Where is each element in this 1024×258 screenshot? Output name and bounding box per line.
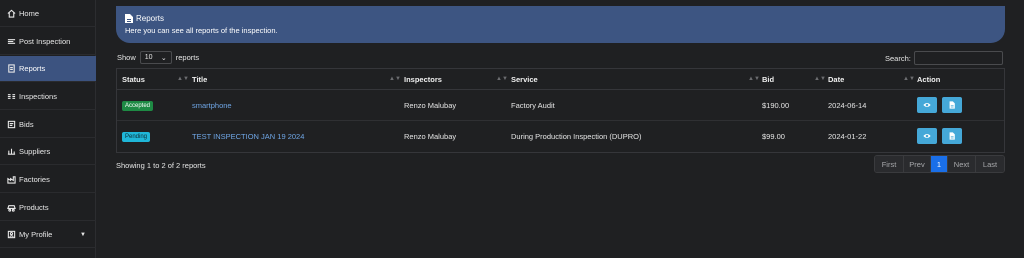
eye-icon — [923, 103, 931, 107]
show-label: Show — [117, 53, 136, 62]
service-name: During Production Inspection (DUPRO) — [511, 132, 642, 141]
bids-icon — [7, 120, 16, 129]
table-info: Showing 1 to 2 of 2 reports — [116, 161, 206, 170]
page-first-button[interactable]: First — [875, 156, 904, 172]
header-title[interactable]: Title — [192, 75, 207, 84]
sidebar-item-label: My Profile — [19, 230, 53, 239]
sidebar-item-label: Bids — [19, 120, 34, 129]
suppliers-icon — [7, 148, 16, 155]
page-header: Reports Here you can see all reports of … — [116, 6, 1005, 43]
sidebar-item-label: Inspections — [19, 92, 57, 101]
page-1-button[interactable]: 1 — [931, 156, 948, 172]
status-badge: Accepted — [122, 100, 154, 111]
sidebar-item-post-inspection[interactable]: Post Inspection — [0, 29, 96, 55]
header-service[interactable]: Service — [511, 75, 538, 84]
sidebar-item-label: Products — [19, 203, 49, 212]
header-inspectors[interactable]: Inspectors — [404, 75, 442, 84]
header-status[interactable]: Status — [122, 75, 145, 84]
products-icon — [7, 205, 16, 212]
pagination: First Prev 1 Next Last — [874, 155, 1005, 173]
factory-icon — [7, 176, 16, 184]
sort-icon[interactable]: ▲▼ — [496, 76, 508, 82]
page-title: Reports — [125, 12, 1005, 24]
header-action: Action — [917, 74, 941, 84]
sidebar: Home Post Inspection Reports Inspections… — [0, 0, 96, 258]
document-button[interactable] — [942, 128, 962, 144]
sidebar-item-label: Suppliers — [19, 147, 51, 156]
report-date: 2024-01-22 — [828, 132, 867, 141]
sort-icon[interactable]: ▲▼ — [177, 76, 189, 82]
page-last-button[interactable]: Last — [976, 156, 1004, 172]
sidebar-item-label: Reports — [19, 64, 46, 73]
post-icon — [7, 39, 16, 44]
header-bid[interactable]: Bid — [762, 75, 774, 84]
report-icon — [125, 13, 133, 23]
page-length-select[interactable]: 10 ⌄ — [139, 51, 172, 64]
sidebar-item-factories[interactable]: Factories — [0, 167, 96, 193]
view-button[interactable] — [917, 128, 937, 144]
sort-icon[interactable]: ▲▼ — [903, 76, 915, 82]
document-button[interactable] — [942, 97, 962, 113]
sidebar-item-label: Post Inspection — [19, 37, 71, 46]
status-badge: Pending — [122, 131, 151, 142]
search-input[interactable] — [913, 51, 1003, 65]
report-date: 2024-06-14 — [828, 100, 867, 110]
search-control: Search: — [885, 51, 1003, 65]
page-length-control: Show 10 ⌄ reports — [117, 51, 199, 64]
sidebar-item-reports[interactable]: Reports — [0, 56, 96, 82]
search-label: Search: — [885, 53, 911, 63]
sidebar-item-bids[interactable]: Bids — [0, 112, 96, 138]
sidebar-item-label: Factories — [19, 175, 50, 184]
show-suffix: reports — [175, 53, 200, 62]
eye-icon — [923, 134, 931, 138]
sort-icon[interactable]: ▲▼ — [814, 76, 826, 82]
sidebar-item-my-profile[interactable]: My Profile ▼ — [0, 222, 96, 248]
page-prev-button[interactable]: Prev — [904, 156, 931, 172]
page-subtitle: Here you can see all reports of the insp… — [125, 26, 278, 35]
page-next-button[interactable]: Next — [948, 156, 976, 172]
inspections-icon — [7, 94, 16, 99]
home-icon — [7, 9, 16, 18]
document-icon — [949, 101, 955, 109]
chevron-down-icon: ⌄ — [160, 54, 167, 62]
bid-amount: $190.00 — [762, 100, 790, 110]
sort-icon[interactable]: ▲▼ — [389, 76, 401, 82]
bid-amount: $99.00 — [762, 132, 785, 141]
page-length-value: 10 — [144, 54, 153, 61]
sidebar-item-home[interactable]: Home — [0, 1, 96, 27]
sidebar-item-label: Home — [19, 9, 40, 18]
view-button[interactable] — [917, 97, 937, 113]
caret-down-icon: ▼ — [80, 231, 86, 238]
report-icon — [8, 64, 15, 73]
service-name: Factory Audit — [511, 100, 555, 110]
sidebar-item-products[interactable]: Products — [0, 195, 96, 221]
report-title-link[interactable]: TEST INSPECTION JAN 19 2024 — [192, 132, 304, 141]
sidebar-item-suppliers[interactable]: Suppliers — [0, 139, 96, 165]
header-date[interactable]: Date — [828, 75, 844, 84]
profile-icon — [7, 230, 16, 239]
table-row: Accepted smartphone Renzo Malubay Factor… — [117, 90, 1004, 121]
sort-icon[interactable]: ▲▼ — [748, 76, 760, 82]
reports-table: Status ▲▼ Title ▲▼ Inspectors ▲▼ Service… — [116, 68, 1005, 153]
document-icon — [949, 132, 955, 140]
table-row: Pending TEST INSPECTION JAN 19 2024 Renz… — [117, 121, 1004, 152]
inspector-name: Renzo Malubay — [404, 100, 457, 110]
sidebar-item-inspections[interactable]: Inspections — [0, 84, 96, 110]
report-title-link[interactable]: smartphone — [192, 101, 232, 110]
table-header: Status ▲▼ Title ▲▼ Inspectors ▲▼ Service… — [117, 69, 1004, 90]
inspector-name: Renzo Malubay — [404, 132, 457, 141]
